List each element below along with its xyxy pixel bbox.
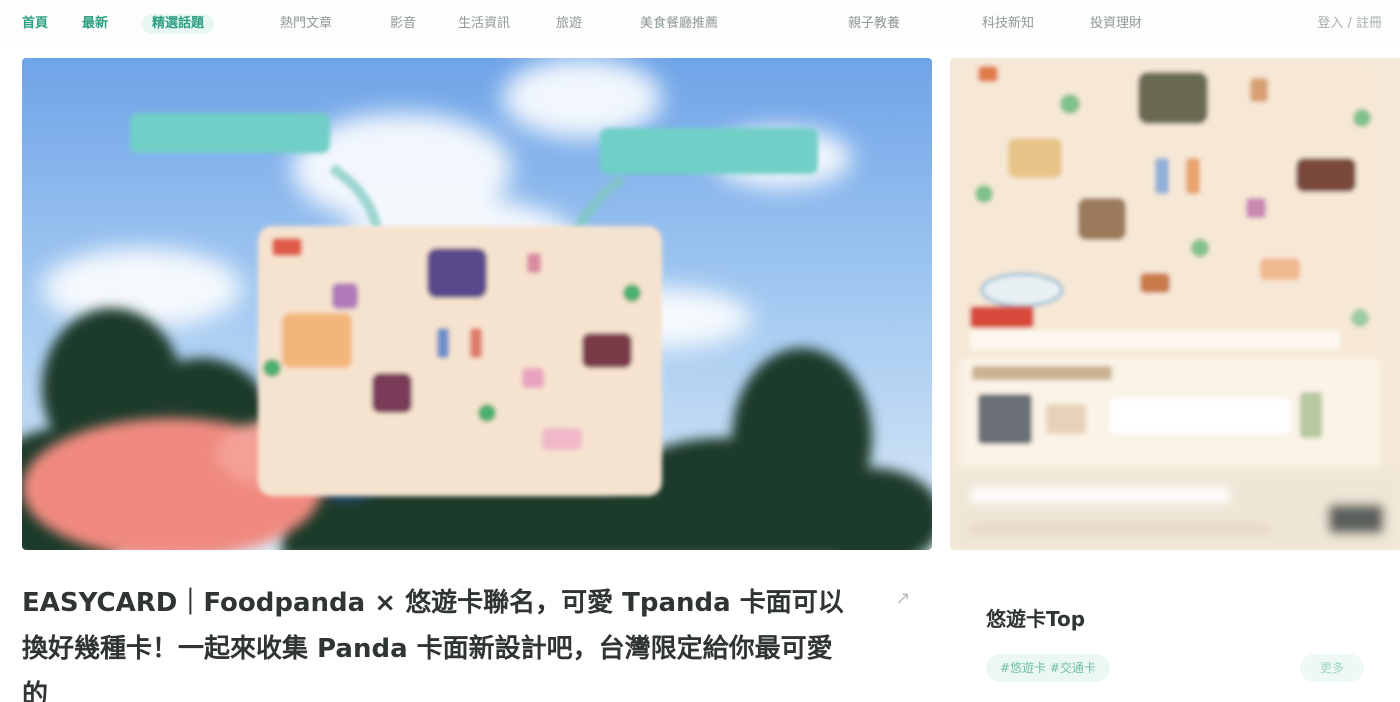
nav-item-1[interactable]: 影音 [390,14,416,34]
article-title: EASYCARD｜Foodpanda × 悠遊卡聯名，可愛 Tpanda 卡面可… [22,588,844,702]
nav-item-7[interactable]: 投資理財 [1090,14,1142,34]
nav-item-4[interactable]: 美食餐廳推薦 [640,14,718,34]
nav-item-6[interactable]: 科技新知 [982,14,1034,34]
top-navigation: 首頁 最新 精選話題 熱門文章 影音 生活資訊 旅遊 美食餐廳推薦 親子教養 科… [0,0,1400,48]
nav-item-3[interactable]: 旅遊 [556,14,582,34]
card-closeup-photo [950,58,1400,550]
hero-photo [22,58,932,550]
hero-image[interactable] [22,58,932,550]
side-card-image[interactable] [950,58,1400,550]
nav-home[interactable]: 首頁 [22,14,48,34]
nav-latest[interactable]: 最新 [82,14,108,34]
sidebar-more-button[interactable]: 更多 [1300,654,1364,682]
nav-featured[interactable]: 精選話題 [142,14,215,34]
sidebar-title: 悠遊卡Top [986,607,1086,631]
sidebar-tag[interactable]: #悠遊卡 #交通卡 [986,654,1110,682]
login-link[interactable]: 登入 / 註冊 [1317,14,1382,34]
nav-item-0[interactable]: 熱門文章 [280,14,332,34]
nav-item-5[interactable]: 親子教養 [848,14,900,34]
nav-item-2[interactable]: 生活資訊 [458,14,510,34]
share-icon[interactable]: ↗ [888,584,918,614]
